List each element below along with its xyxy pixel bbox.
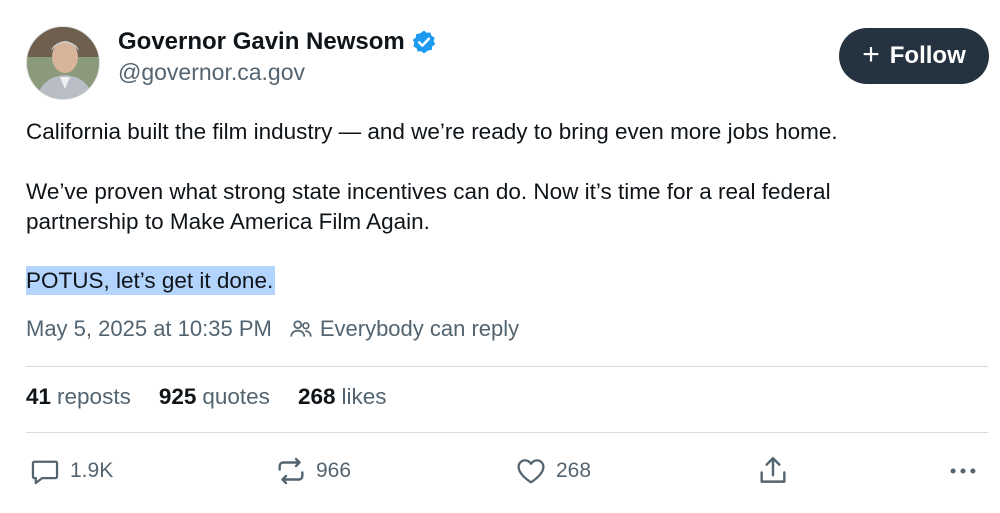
share-icon (760, 457, 786, 483)
display-name[interactable]: Governor Gavin Newsom (118, 28, 437, 56)
divider (26, 432, 988, 433)
stat-label: quotes (202, 384, 270, 409)
repost-button[interactable]: 966 (274, 454, 351, 488)
avatar[interactable] (26, 26, 100, 100)
post-text-line: We’ve proven what strong state incentive… (26, 179, 831, 204)
reply-count: 1.9K (70, 459, 114, 482)
display-name-text: Governor Gavin Newsom (118, 28, 405, 55)
stat-label: reposts (57, 384, 131, 409)
divider (26, 366, 988, 367)
reply-button[interactable]: 1.9K (28, 454, 113, 488)
heart-icon (517, 459, 545, 484)
handle[interactable]: @governor.ca.gov (118, 59, 305, 86)
stat-count: 925 (158, 384, 197, 409)
verified-badge-icon (412, 30, 435, 54)
reply-setting: Everybody can reply (288, 316, 519, 342)
reply-setting-label: Everybody can reply (319, 316, 520, 341)
stat-label: likes (341, 384, 387, 409)
like-count: 268 (556, 459, 592, 482)
post-stats: 41 reposts 925 quotes 268 likes (26, 384, 387, 410)
follow-button[interactable]: + Follow (839, 28, 989, 84)
repost-icon (278, 457, 304, 485)
reply-icon (31, 460, 59, 485)
repost-count: 966 (316, 459, 352, 482)
plus-icon: + (862, 37, 880, 71)
post-card: Governor Gavin Newsom @governor.ca.gov +… (0, 0, 1000, 513)
post-text-line-highlighted: POTUS, let’s get it done. (26, 266, 276, 296)
more-icon (950, 468, 976, 474)
avatar-photo (27, 27, 99, 99)
selected-text: POTUS, let’s get it done. (26, 266, 276, 295)
stat-count: 41 (26, 384, 52, 409)
like-button[interactable]: 268 (514, 454, 591, 488)
timestamp[interactable]: May 5, 2025 at 10:35 PM (26, 316, 272, 342)
people-icon (290, 320, 312, 337)
share-button[interactable] (756, 454, 790, 488)
stat-quotes[interactable]: 925 quotes (159, 384, 270, 410)
follow-label: Follow (889, 42, 966, 69)
more-options-button[interactable] (946, 454, 980, 488)
stat-count: 268 (297, 384, 336, 409)
stat-likes[interactable]: 268 likes (298, 384, 387, 410)
post-text-line: partnership to Make America Film Again. (26, 209, 430, 234)
post-meta: May 5, 2025 at 10:35 PM Everybody can re… (26, 316, 519, 342)
stat-reposts[interactable]: 41 reposts (26, 384, 131, 410)
post-text-line: California built the film industry — and… (26, 119, 838, 144)
